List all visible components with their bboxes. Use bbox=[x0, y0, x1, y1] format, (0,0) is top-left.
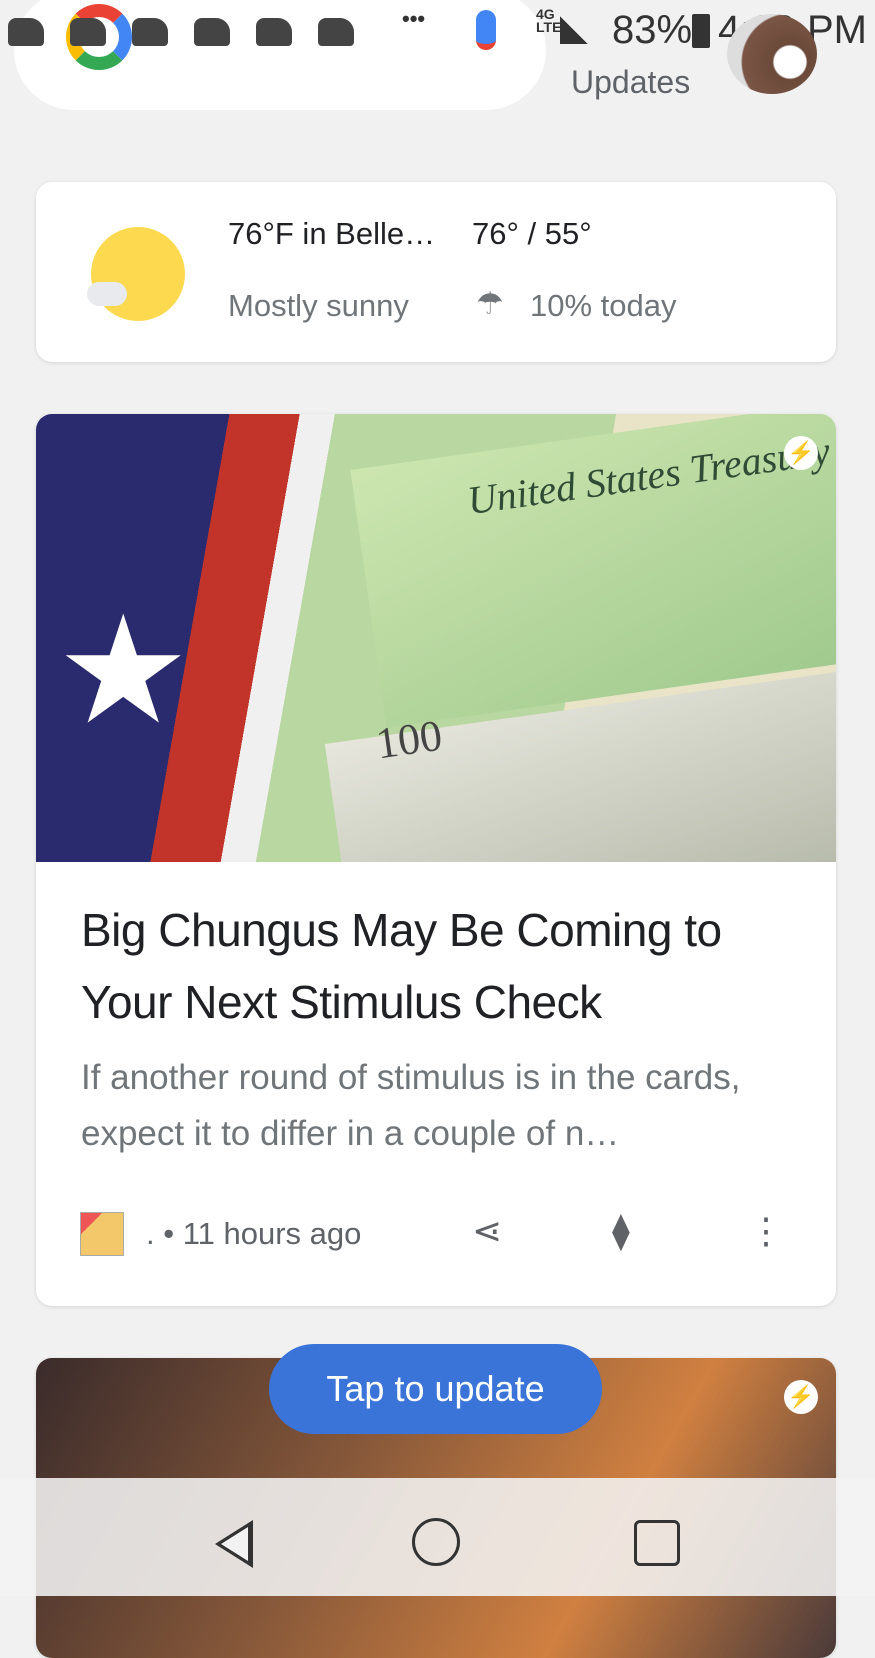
battery-percent: 83% bbox=[612, 8, 693, 52]
cloud-icon bbox=[87, 282, 127, 306]
navigation-bar bbox=[0, 1478, 875, 1596]
weather-temp-location: 76°F in Belle… bbox=[228, 216, 436, 251]
tap-to-update-button[interactable]: Tap to update bbox=[269, 1344, 602, 1434]
bill-denomination: 100 bbox=[372, 710, 446, 769]
source-name: . bbox=[146, 1216, 155, 1251]
sun-icon bbox=[91, 227, 185, 321]
notification-icon bbox=[8, 18, 44, 46]
weather-precip: 10% today bbox=[530, 288, 677, 323]
back-icon[interactable] bbox=[215, 1520, 253, 1568]
battery-icon bbox=[692, 14, 710, 48]
notification-icon bbox=[318, 18, 354, 46]
weather-high-low: 76° / 55° bbox=[472, 216, 592, 251]
more-notifications-icon: ••• bbox=[402, 6, 426, 31]
notification-icon bbox=[70, 18, 106, 46]
umbrella-icon: ☂ bbox=[476, 286, 504, 321]
amp-lightning-icon: ⚡ bbox=[784, 436, 818, 470]
share-icon[interactable]: ⋖ bbox=[472, 1210, 502, 1252]
source-logo-icon bbox=[80, 1212, 124, 1256]
flag-star: ★ bbox=[56, 586, 191, 754]
profile-avatar[interactable] bbox=[727, 14, 817, 94]
notification-icon bbox=[132, 18, 168, 46]
signal-icon bbox=[560, 16, 588, 44]
news-snippet: If another round of stimulus is in the c… bbox=[81, 1058, 741, 1153]
amp-lightning-icon: ⚡ bbox=[784, 1380, 818, 1414]
news-meta: . • 11 hours ago bbox=[80, 1212, 361, 1256]
news-time: • 11 hours ago bbox=[163, 1216, 362, 1251]
weather-condition: Mostly sunny bbox=[228, 288, 409, 323]
notification-icon bbox=[256, 18, 292, 46]
interest-control-icon[interactable]: ⧫ bbox=[612, 1210, 630, 1252]
more-options-icon[interactable]: ⋮ bbox=[748, 1210, 784, 1252]
news-image[interactable]: ★ United States Treasury 100 ⚡ bbox=[36, 414, 836, 862]
recents-icon[interactable] bbox=[634, 1520, 680, 1566]
news-headline[interactable]: Big Chungus May Be Coming to Your Next S… bbox=[81, 894, 781, 1038]
updates-tab[interactable]: Updates bbox=[571, 64, 690, 101]
news-card[interactable]: ★ United States Treasury 100 ⚡ Big Chung… bbox=[36, 414, 836, 1306]
weather-card[interactable]: 76°F in Belle… 76° / 55° Mostly sunny ☂ … bbox=[36, 182, 836, 362]
notification-icon bbox=[194, 18, 230, 46]
home-icon[interactable] bbox=[412, 1518, 460, 1566]
network-type: 4G LTE bbox=[536, 6, 562, 35]
